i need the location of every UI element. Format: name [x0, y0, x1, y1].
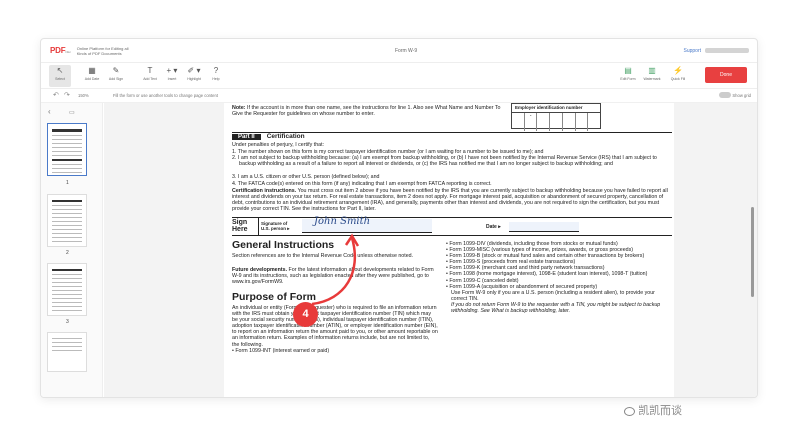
watermark-text: 凯凯而谈: [624, 402, 682, 418]
wechat-icon: [624, 406, 635, 416]
annotation-arrow: [311, 233, 360, 306]
step-badge: 4: [293, 302, 318, 327]
